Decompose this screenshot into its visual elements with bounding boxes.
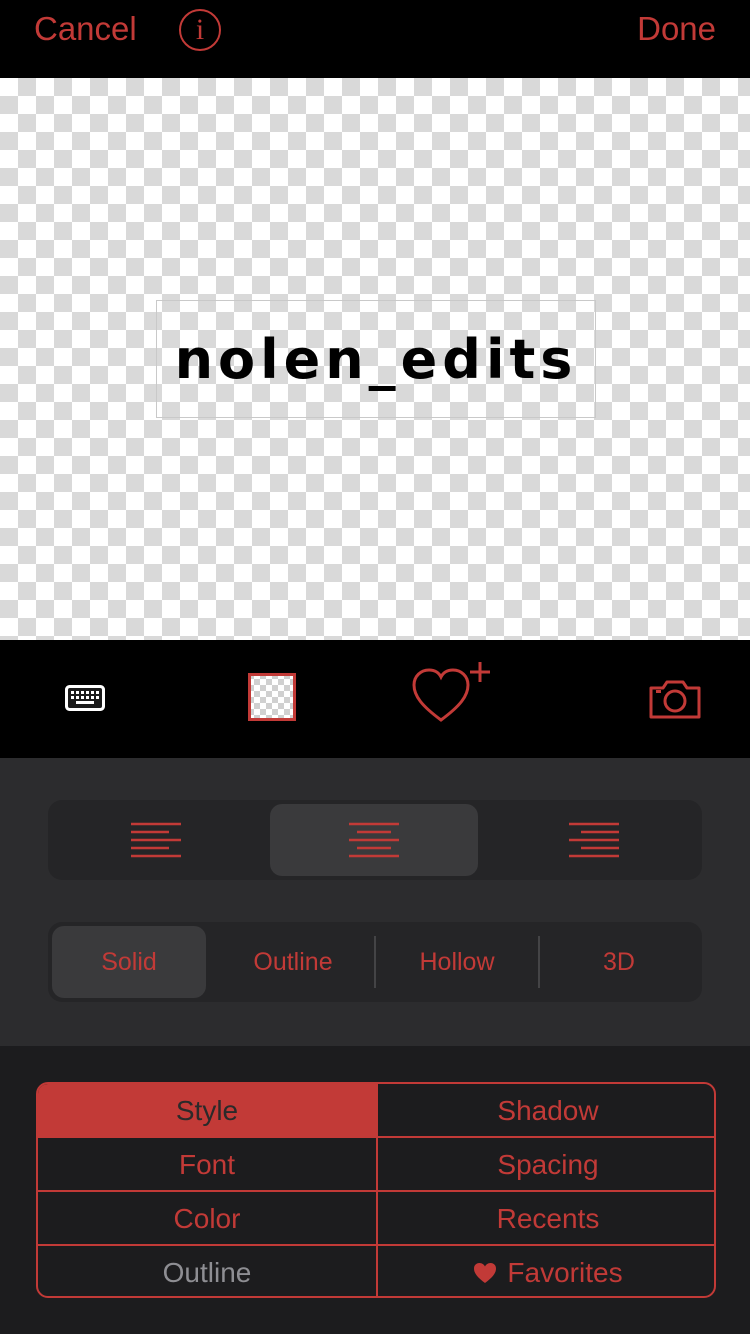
menu-recents[interactable]: Recents: [378, 1192, 714, 1246]
text-layer-content: nolen_edits: [174, 327, 578, 391]
style-solid-segment[interactable]: Solid: [52, 926, 206, 998]
menu-favorites[interactable]: Favorites: [378, 1246, 714, 1296]
text-options-panel: Solid Outline Hollow 3D: [0, 758, 750, 1046]
menu-spacing[interactable]: Spacing: [378, 1138, 714, 1192]
menu-color[interactable]: Color: [38, 1192, 378, 1246]
align-center-button[interactable]: [270, 804, 478, 876]
cancel-button[interactable]: Cancel: [34, 10, 137, 48]
align-center-icon: [349, 822, 399, 858]
text-style-segmented-control: Solid Outline Hollow 3D: [48, 922, 702, 1002]
align-left-button[interactable]: [52, 804, 260, 876]
options-menu-grid: Style Shadow Font Spacing Color Recents …: [36, 1082, 716, 1298]
done-button[interactable]: Done: [637, 10, 716, 48]
menu-outline[interactable]: Outline: [38, 1246, 378, 1296]
top-bar: Cancel i Done: [0, 0, 750, 78]
menu-font[interactable]: Font: [38, 1138, 378, 1192]
align-right-button[interactable]: [490, 804, 698, 876]
align-left-icon: [131, 822, 181, 858]
style-3d-segment[interactable]: 3D: [540, 926, 698, 998]
menu-shadow[interactable]: Shadow: [378, 1084, 714, 1138]
align-right-icon: [569, 822, 619, 858]
menu-favorites-label: Favorites: [507, 1257, 623, 1288]
info-icon[interactable]: i: [179, 9, 221, 51]
background-swatch-icon[interactable]: [248, 673, 296, 726]
text-layer-box[interactable]: nolen_edits: [156, 300, 596, 418]
style-outline-segment[interactable]: Outline: [212, 926, 374, 998]
alignment-control: [48, 800, 702, 880]
menu-style[interactable]: Style: [38, 1084, 378, 1138]
camera-icon[interactable]: [648, 678, 702, 725]
add-favorite-heart-icon[interactable]: [410, 660, 492, 731]
menu-area: Style Shadow Font Spacing Color Recents …: [0, 1046, 750, 1334]
style-hollow-segment[interactable]: Hollow: [376, 926, 538, 998]
heart-icon: [474, 1262, 497, 1283]
icon-toolbar: [0, 640, 750, 758]
keyboard-icon[interactable]: [64, 684, 106, 717]
text-canvas[interactable]: nolen_edits: [0, 78, 750, 640]
